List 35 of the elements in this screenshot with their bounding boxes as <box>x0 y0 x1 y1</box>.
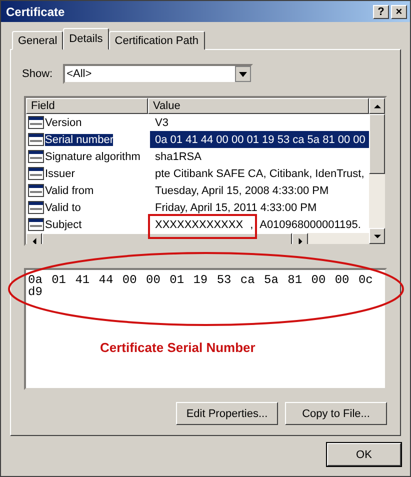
arrow-up-icon[interactable] <box>374 102 380 110</box>
details-text-box[interactable]: 0a 01 41 44 00 00 01 19 53 ca 5a 81 00 00 0c d9 Certificate Serial Number <box>24 268 387 390</box>
list-row[interactable]: Subject XXXXXXXXXXXX , A010968000001195. <box>26 216 369 233</box>
arrow-left-icon[interactable] <box>30 238 38 244</box>
field-icon <box>28 218 44 231</box>
column-header[interactable]: Value <box>148 98 369 114</box>
show-dropdown[interactable]: <All> <box>62 64 253 84</box>
vertical-scrollbar[interactable] <box>369 98 385 244</box>
annotation-text: Certificate Serial Number <box>100 340 256 355</box>
close-button[interactable]: × <box>391 4 407 18</box>
list-row[interactable]: Valid to Friday, April 15, 2011 4:33:00 PM <box>26 199 369 216</box>
field-icon <box>28 116 44 129</box>
list-row[interactable]: Version V3 <box>26 114 369 131</box>
dialog-button[interactable]: Edit Properties... <box>176 402 278 425</box>
field-icon <box>28 150 44 163</box>
arrow-down-icon[interactable] <box>374 232 380 240</box>
hex-line: d9 <box>28 286 42 298</box>
field-icon <box>28 184 44 197</box>
dialog-button[interactable]: Copy to File... <box>285 402 387 425</box>
show-label: Show: <box>22 68 53 80</box>
tab[interactable]: Certification Path <box>108 31 205 50</box>
list-row[interactable]: Issuer pte Citibank SAFE CA, Citibank, IdenTrust, <box>26 165 369 182</box>
field-icon <box>28 201 44 214</box>
tab[interactable]: Details <box>63 28 109 50</box>
window-title: Certificate <box>6 4 65 18</box>
field-icon <box>28 133 44 146</box>
ok-button[interactable]: OK <box>327 443 401 466</box>
help-button[interactable]: ? <box>373 4 389 18</box>
list-row[interactable]: Signature algorithm sha1RSA <box>26 148 369 165</box>
list-row[interactable]: Valid from Tuesday, April 15, 2008 4:33:00 PM <box>26 182 369 199</box>
arrow-right-icon[interactable] <box>296 238 304 244</box>
hex-line: 0a 01 41 44 00 00 01 19 53 ca 5a 81 00 00 0c <box>28 274 373 286</box>
column-header[interactable]: Field <box>26 98 148 114</box>
field-icon <box>28 167 44 180</box>
tab[interactable]: General <box>12 31 64 50</box>
